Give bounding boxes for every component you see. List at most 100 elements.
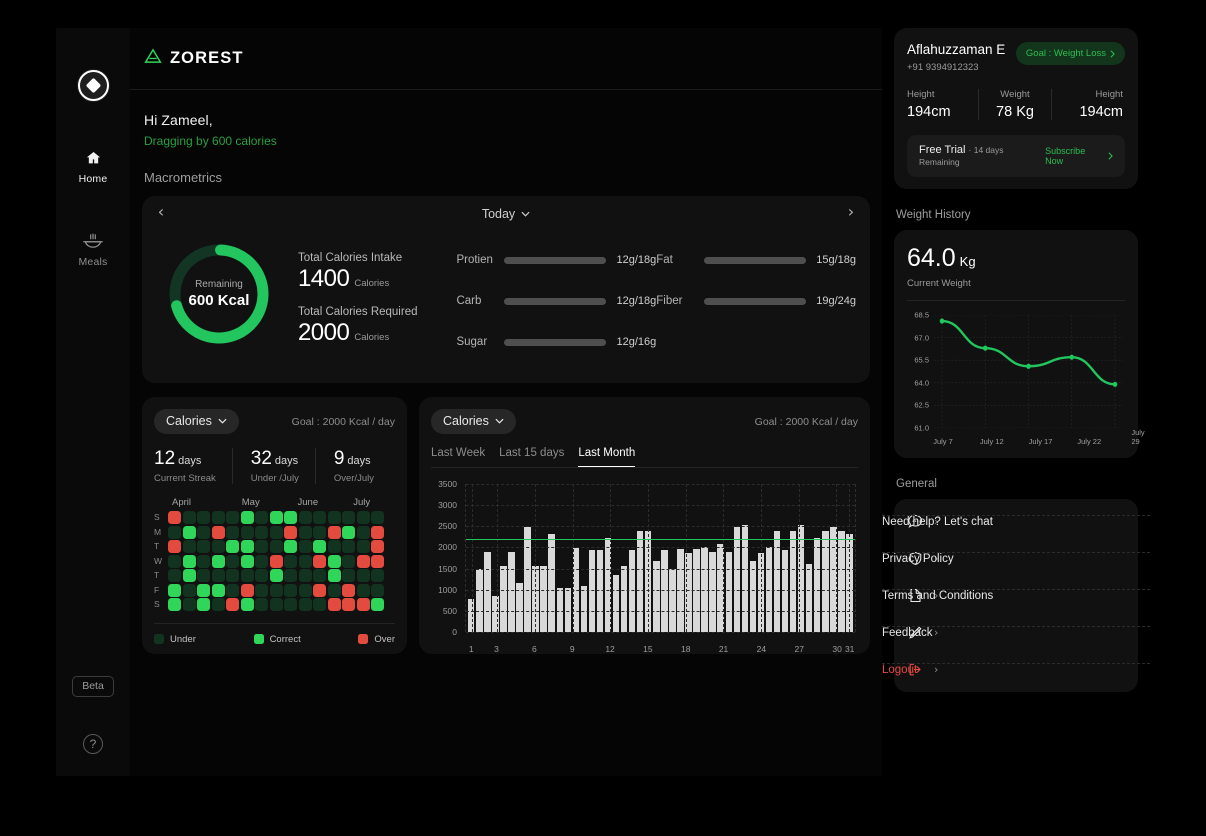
heatmap-cell[interactable] <box>197 583 210 597</box>
heatmap-cell[interactable] <box>284 511 297 524</box>
bar[interactable] <box>669 569 676 632</box>
heatmap-cell[interactable] <box>284 554 297 568</box>
heatmap-cell[interactable] <box>269 583 283 597</box>
heatmap-cell[interactable] <box>197 511 210 524</box>
heatmap-cell[interactable] <box>255 525 268 539</box>
brand-logo-icon[interactable] <box>76 69 110 102</box>
heatmap-cell[interactable] <box>327 525 341 539</box>
weight-data-point[interactable] <box>1112 381 1118 387</box>
bar[interactable] <box>468 599 475 632</box>
bar[interactable] <box>500 566 507 632</box>
heatmap-cell[interactable] <box>211 540 225 553</box>
heatmap-cell[interactable] <box>168 511 181 524</box>
heatmap-cell[interactable] <box>168 540 181 553</box>
heatmap-cell[interactable] <box>226 525 239 539</box>
heatmap-cell[interactable] <box>371 525 384 539</box>
bar[interactable] <box>749 560 757 632</box>
heatmap-cell[interactable] <box>168 569 181 582</box>
heatmap-cell[interactable] <box>226 598 239 611</box>
bar[interactable] <box>741 525 749 632</box>
general-item-need-help-let-s-chat[interactable]: Need help? Let's chat › <box>882 503 1150 540</box>
heatmap-cell[interactable] <box>255 583 268 597</box>
bar[interactable] <box>476 569 483 632</box>
heatmap-cell[interactable] <box>342 525 355 539</box>
heatmap-cell[interactable] <box>298 511 312 524</box>
heatmap-cell[interactable] <box>182 511 196 524</box>
heatmap-cell[interactable] <box>255 569 268 582</box>
subscribe-now-button[interactable]: Subscribe Now <box>1045 146 1113 166</box>
free-trial-banner[interactable]: Free Trial · 14 days Remaining Subscribe… <box>907 135 1125 177</box>
weight-data-point[interactable] <box>982 345 988 351</box>
bar[interactable] <box>620 566 628 632</box>
heatmap-cell[interactable] <box>226 511 239 524</box>
bar[interactable] <box>838 530 845 632</box>
heatmap-cell[interactable] <box>168 554 181 568</box>
general-item-privacy-policy[interactable]: Privacy Policy › <box>882 540 1150 577</box>
heatmap-cell[interactable] <box>327 554 341 568</box>
heatmap-cell[interactable] <box>371 569 384 582</box>
heatmap-cell[interactable] <box>327 540 341 553</box>
heatmap-cell[interactable] <box>240 569 254 582</box>
heatmap-cell[interactable] <box>371 540 384 553</box>
general-item-terms-and-conditions[interactable]: Terms and Conditions › <box>882 577 1150 614</box>
heatmap-cell[interactable] <box>327 511 341 524</box>
chevron-left-icon[interactable]: ‹ <box>150 202 172 221</box>
heatmap-cell[interactable] <box>298 554 312 568</box>
heatmap-cell[interactable] <box>342 554 355 568</box>
heatmap-cell[interactable] <box>197 525 210 539</box>
heatmap-cell[interactable] <box>298 583 312 597</box>
heatmap-cell[interactable] <box>240 583 254 597</box>
bar[interactable] <box>822 530 829 632</box>
heatmap-cell[interactable] <box>182 569 196 582</box>
heatmap-cell[interactable] <box>313 554 326 568</box>
heatmap-cell[interactable] <box>327 583 341 597</box>
bar[interactable] <box>773 530 781 632</box>
streak-metric-selector[interactable]: Calories <box>154 409 239 434</box>
heatmap-cell[interactable] <box>371 511 384 524</box>
bar[interactable] <box>661 549 668 632</box>
heatmap-cell[interactable] <box>269 525 283 539</box>
heatmap-cell[interactable] <box>255 554 268 568</box>
heatmap-cell[interactable] <box>226 554 239 568</box>
heatmap-cell[interactable] <box>182 540 196 553</box>
heatmap-cell[interactable] <box>182 583 196 597</box>
heatmap-cell[interactable] <box>284 583 297 597</box>
weight-data-point[interactable] <box>1026 363 1031 369</box>
chart-range-tab[interactable]: Last Week <box>431 447 485 467</box>
heatmap-cell[interactable] <box>211 511 225 524</box>
heatmap-cell[interactable] <box>255 511 268 524</box>
bar[interactable] <box>636 530 644 632</box>
heatmap-cell[interactable] <box>182 598 196 611</box>
heatmap-cell[interactable] <box>298 525 312 539</box>
chart-metric-selector[interactable]: Calories <box>431 409 516 434</box>
heatmap-cell[interactable] <box>342 598 355 611</box>
heatmap-cell[interactable] <box>371 598 384 611</box>
heatmap-cell[interactable] <box>284 540 297 553</box>
heatmap-cell[interactable] <box>313 511 326 524</box>
heatmap-cell[interactable] <box>284 525 297 539</box>
heatmap-cell[interactable] <box>371 583 384 597</box>
weight-data-point[interactable] <box>939 318 945 324</box>
help-circle-icon[interactable]: ? <box>83 734 103 754</box>
bar[interactable] <box>709 552 716 632</box>
goal-pill-button[interactable]: Goal : Weight Loss <box>1015 42 1125 65</box>
heatmap-cell[interactable] <box>182 554 196 568</box>
heatmap-cell[interactable] <box>269 554 283 568</box>
chart-range-tab[interactable]: Last Month <box>578 447 636 467</box>
chart-range-tab[interactable]: Last 15 days <box>499 447 564 467</box>
heatmap-cell[interactable] <box>226 569 239 582</box>
sidebar-item-home[interactable]: Home <box>56 148 130 185</box>
bar[interactable] <box>580 585 588 632</box>
heatmap-cell[interactable] <box>298 540 312 553</box>
bar[interactable] <box>628 550 636 632</box>
heatmap-cell[interactable] <box>356 511 370 524</box>
bar[interactable] <box>524 527 531 632</box>
heatmap-cell[interactable] <box>327 569 341 582</box>
period-selector[interactable]: Today <box>482 207 530 221</box>
heatmap-cell[interactable] <box>197 598 210 611</box>
heatmap-cell[interactable] <box>298 569 312 582</box>
heatmap-cell[interactable] <box>197 554 210 568</box>
heatmap-cell[interactable] <box>240 554 254 568</box>
bar[interactable] <box>725 552 732 632</box>
heatmap-cell[interactable] <box>269 540 283 553</box>
